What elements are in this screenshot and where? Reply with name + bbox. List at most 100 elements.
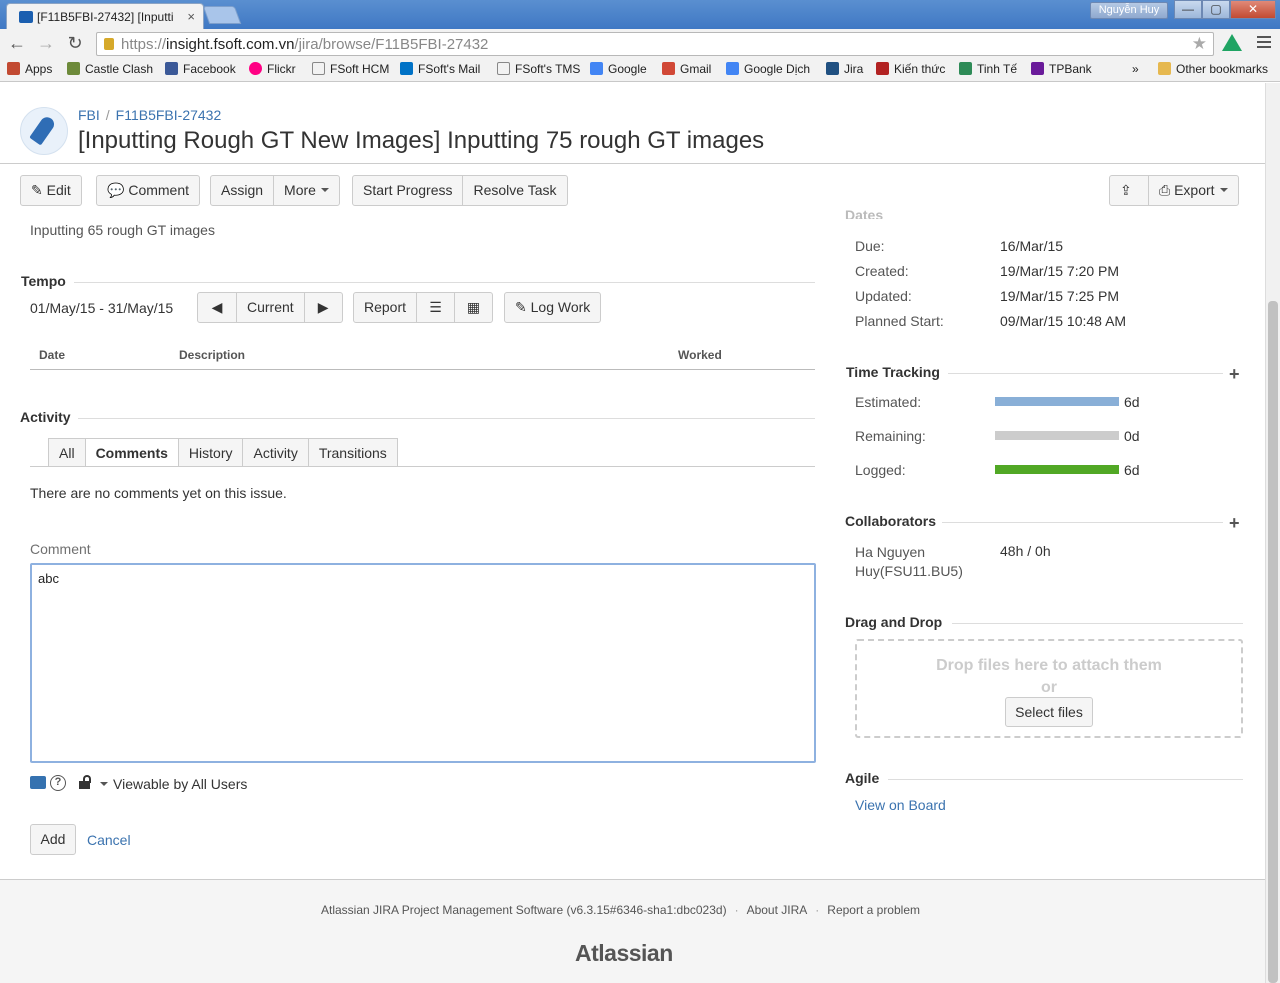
scrollbar-thumb[interactable] (1268, 301, 1278, 983)
tempo-heading[interactable]: Tempo (21, 273, 66, 289)
time-tracking-heading[interactable]: Time Tracking (846, 364, 940, 380)
tab-transitions[interactable]: Transitions (307, 438, 398, 467)
window-maximize-button[interactable]: ▢ (1202, 0, 1230, 19)
tt-value-logged: 6d (1124, 462, 1140, 478)
address-bar[interactable]: https://insight.fsoft.com.vn/jira/browse… (96, 32, 1214, 56)
forward-arrow-icon[interactable]: → (36, 34, 56, 52)
file-drop-zone[interactable]: Drop files here to attach them or Select … (855, 639, 1243, 738)
bookmark-gmail[interactable]: Gmail (662, 62, 711, 76)
assign-button[interactable]: Assign (211, 176, 273, 205)
grid-view-icon[interactable]: ▦ (454, 293, 492, 322)
bookmark-kien-thuc[interactable]: Kiến thức (876, 62, 945, 76)
bookmark-fsoft-hcm[interactable]: FSoft HCM (312, 62, 389, 76)
wiki-markup-icon[interactable] (30, 776, 46, 789)
footer-software-link[interactable]: Atlassian JIRA Project Management Softwa… (321, 903, 727, 917)
tabs-baseline (30, 466, 815, 467)
url-scheme: https:// (121, 36, 167, 53)
share-icon[interactable]: ⇪ (1110, 176, 1148, 205)
project-avatar[interactable] (20, 107, 68, 155)
tab-all[interactable]: All (48, 438, 86, 467)
tempo-divider (74, 282, 815, 283)
issue-summary[interactable]: [Inputting Rough GT New Images] Inputtin… (78, 127, 764, 155)
tab-activity[interactable]: Activity (242, 438, 309, 467)
more-button[interactable]: More (273, 176, 339, 205)
window-minimize-button[interactable]: — (1174, 0, 1202, 19)
new-tab-button[interactable] (202, 6, 242, 24)
comment-textarea[interactable]: abc (30, 563, 816, 763)
tt-value-remaining: 0d (1124, 428, 1140, 444)
tempo-report-button[interactable]: Report (354, 293, 416, 322)
bookmark-other[interactable]: Other bookmarks (1158, 62, 1268, 76)
page-scrollbar[interactable] (1265, 83, 1280, 983)
tempo-period-nav: ◀ Current ▶ (197, 292, 343, 323)
bookmark-facebook[interactable]: Facebook (165, 62, 236, 76)
window-close-button[interactable]: ✕ (1230, 0, 1276, 19)
facebook-icon (165, 62, 178, 75)
footer-report-link[interactable]: Report a problem (827, 903, 920, 917)
flickr-icon (249, 62, 262, 75)
list-view-icon[interactable]: ☰ (416, 293, 454, 322)
breadcrumb-project[interactable]: FBI (78, 107, 100, 123)
export-button[interactable]: ⎙ Export (1148, 176, 1238, 205)
period-prev-icon[interactable]: ◀ (198, 293, 236, 322)
date-label-updated: Updated: (855, 288, 912, 304)
log-work-button[interactable]: ✎ Log Work (504, 292, 602, 323)
dates-heading[interactable]: Dates (845, 207, 883, 219)
tab-close-icon[interactable]: × (187, 9, 195, 24)
bookmark-google-dich[interactable]: Google Dịch (726, 62, 810, 76)
select-files-button[interactable]: Select files (1005, 697, 1093, 727)
bookmark-fsoft-tms[interactable]: FSoft's TMS (497, 62, 580, 76)
visibility-chevron-down-icon[interactable] (100, 782, 108, 786)
google-drive-icon[interactable] (1222, 34, 1242, 51)
browser-tab-active[interactable]: [F11B5FBI-27432] [Inputti × (6, 3, 204, 29)
issue-header: FBI / F11B5FBI-27432 [Inputting Rough GT N… (0, 83, 1280, 164)
back-arrow-icon[interactable]: ← (7, 34, 27, 52)
view-on-board-link[interactable]: View on Board (855, 797, 946, 813)
bookmark-tinh-te[interactable]: Tinh Tế (959, 62, 1017, 76)
bookmarks-overflow-button[interactable]: » (1132, 62, 1139, 76)
reload-icon[interactable]: ↻ (65, 34, 85, 52)
bookmark-star-icon[interactable]: ★ (1192, 34, 1207, 54)
tt-label-logged: Logged: (855, 462, 906, 478)
date-label-created: Created: (855, 263, 909, 279)
tt-bar-fill (995, 465, 1119, 474)
add-time-plus-icon[interactable]: + (1229, 365, 1240, 383)
activity-heading[interactable]: Activity (20, 409, 71, 425)
footer-about-link[interactable]: About JIRA (747, 903, 808, 917)
start-progress-button[interactable]: Start Progress (353, 176, 462, 205)
breadcrumb-issue-key[interactable]: F11B5FBI-27432 (116, 107, 222, 123)
atlassian-logo[interactable]: Atlassian (575, 940, 673, 967)
date-value-planned-start: 09/Mar/15 10:48 AM (1000, 313, 1127, 329)
period-current-button[interactable]: Current (236, 293, 304, 322)
add-comment-button[interactable]: Add (30, 824, 76, 855)
bookmark-apps[interactable]: Apps (7, 62, 52, 76)
drag-drop-heading[interactable]: Drag and Drop (845, 614, 942, 630)
bookmarks-bar: Apps Castle Clash Facebook Flickr FSoft … (0, 58, 1280, 82)
bookmark-google[interactable]: Google (590, 62, 647, 76)
drag-drop-divider (952, 623, 1243, 624)
cancel-comment-link[interactable]: Cancel (87, 832, 131, 848)
bookmark-jira[interactable]: Jira (826, 62, 863, 76)
period-next-icon[interactable]: ▶ (303, 293, 342, 322)
edit-button[interactable]: ✎ Edit (20, 175, 82, 206)
add-collaborator-plus-icon[interactable]: + (1229, 514, 1240, 532)
collaborators-divider (942, 522, 1223, 523)
bookmark-castle-clash[interactable]: Castle Clash (67, 62, 153, 76)
bookmark-fsoft-mail[interactable]: FSoft's Mail (400, 62, 480, 76)
chrome-menu-icon[interactable] (1257, 36, 1271, 51)
tab-comments[interactable]: Comments (84, 438, 179, 467)
browser-toolbar: ← → ↻ https://insight.fsoft.com.vn/jira/… (0, 29, 1280, 58)
help-icon[interactable]: ? (50, 775, 66, 791)
folder-icon (1158, 62, 1171, 75)
date-label-planned-start: Planned Start: (855, 313, 944, 329)
comment-button[interactable]: 💬 Comment (96, 175, 201, 206)
resolve-task-button[interactable]: Resolve Task (462, 176, 566, 205)
speech-bubble-icon: 💬 (107, 182, 125, 198)
bookmark-flickr[interactable]: Flickr (249, 62, 296, 76)
bookmark-tpbank[interactable]: TPBank (1031, 62, 1092, 76)
unlock-icon[interactable] (79, 775, 91, 789)
collaborators-heading[interactable]: Collaborators (845, 513, 936, 529)
profile-badge[interactable]: Nguyễn Huy (1090, 2, 1168, 19)
tab-history[interactable]: History (177, 438, 244, 467)
agile-heading[interactable]: Agile (845, 770, 879, 786)
